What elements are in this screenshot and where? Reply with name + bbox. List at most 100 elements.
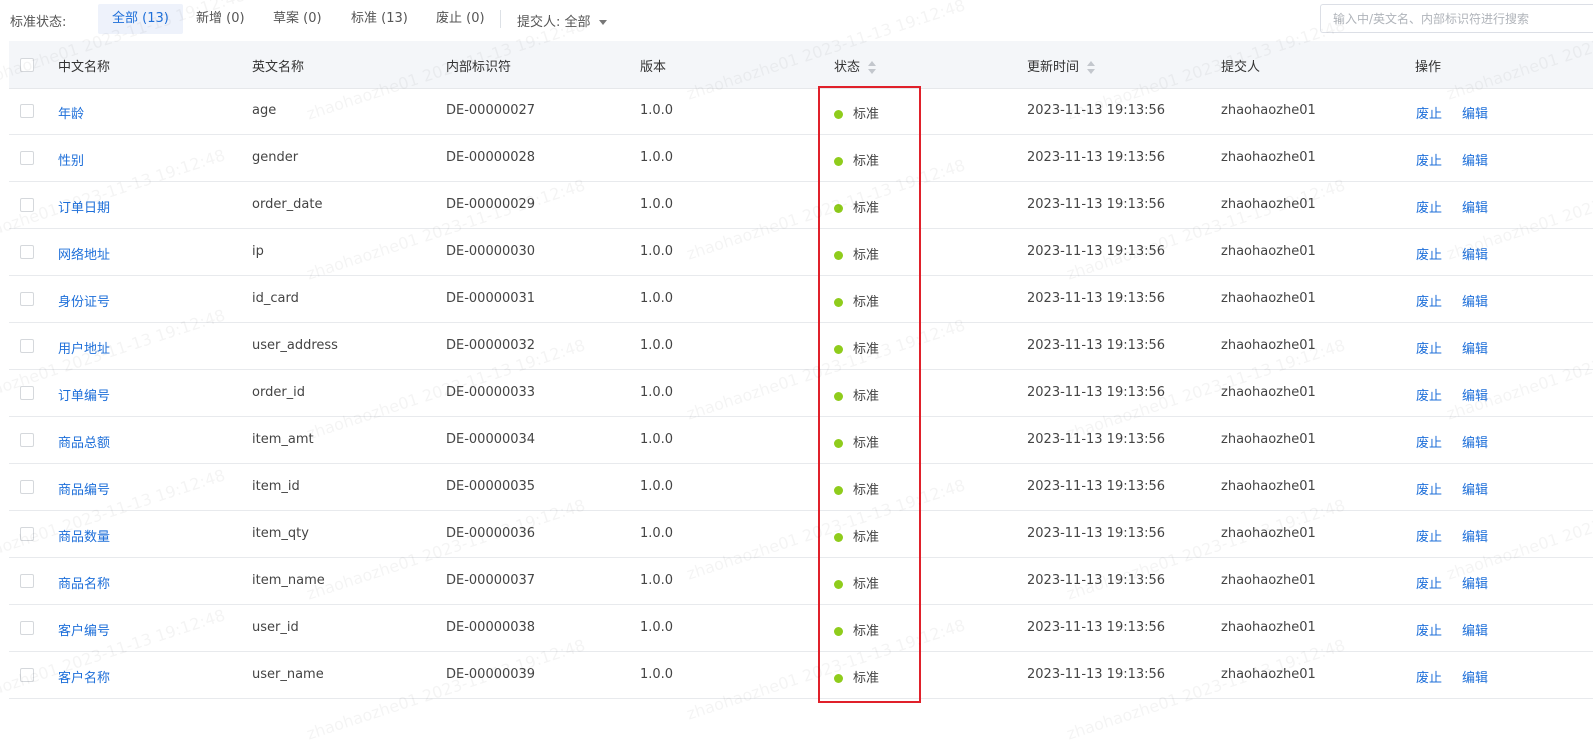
chinese-name-link[interactable]: 年龄 [58, 103, 84, 122]
edit-button[interactable]: 编辑 [1462, 667, 1488, 686]
updated-time: 2023-11-13 19:13:56 [1027, 150, 1166, 165]
english-name: order_id [252, 385, 306, 400]
search-input[interactable] [1320, 4, 1593, 33]
edit-button[interactable]: 编辑 [1462, 479, 1488, 498]
column-header-internal-id: 内部标识符 [446, 60, 512, 75]
status-badge: 标准 [834, 150, 879, 169]
updated-time: 2023-11-13 19:13:56 [1027, 244, 1166, 259]
deprecate-button[interactable]: 废止 [1416, 573, 1442, 592]
version: 1.0.0 [640, 150, 674, 165]
row-checkbox[interactable] [20, 480, 34, 494]
status-dot-icon [834, 439, 843, 448]
edit-button[interactable]: 编辑 [1462, 385, 1488, 404]
edit-button[interactable]: 编辑 [1462, 197, 1488, 216]
deprecate-button[interactable]: 废止 [1416, 385, 1442, 404]
deprecate-button[interactable]: 废止 [1416, 103, 1442, 122]
status-dot-icon [834, 345, 843, 354]
chinese-name-link[interactable]: 订单编号 [58, 385, 110, 404]
edit-button[interactable]: 编辑 [1462, 620, 1488, 639]
filter-chip-draft[interactable]: 草案 (0) [259, 4, 336, 34]
row-checkbox[interactable] [20, 574, 34, 588]
chinese-name-link[interactable]: 网络地址 [58, 244, 110, 263]
chinese-name-link[interactable]: 身份证号 [58, 291, 110, 310]
status-label: 标准 [853, 483, 880, 498]
edit-button[interactable]: 编辑 [1462, 526, 1488, 545]
chinese-name-link[interactable]: 客户名称 [58, 667, 110, 686]
status-dot-icon [834, 110, 843, 119]
table-body: 年龄 age DE-00000027 1.0.0 标准 2023-11-13 19:13:… [9, 88, 1593, 699]
deprecate-button[interactable]: 废止 [1416, 244, 1442, 263]
deprecate-button[interactable]: 废止 [1416, 338, 1442, 357]
internal-id: DE-00000039 [446, 667, 536, 682]
deprecate-button[interactable]: 废止 [1416, 667, 1442, 686]
row-checkbox[interactable] [20, 386, 34, 400]
deprecate-button[interactable]: 废止 [1416, 479, 1442, 498]
updated-time: 2023-11-13 19:13:56 [1027, 103, 1166, 118]
filter-chip-new[interactable]: 新增 (0) [182, 4, 259, 34]
updated-time: 2023-11-13 19:13:56 [1027, 385, 1166, 400]
row-checkbox[interactable] [20, 668, 34, 682]
edit-button[interactable]: 编辑 [1462, 103, 1488, 122]
column-header-submitter: 提交人 [1221, 60, 1261, 75]
deprecate-button[interactable]: 废止 [1416, 291, 1442, 310]
version: 1.0.0 [640, 432, 674, 447]
deprecate-button[interactable]: 废止 [1416, 197, 1442, 216]
internal-id: DE-00000031 [446, 291, 536, 306]
column-header-updated: 更新时间 [1027, 56, 1096, 75]
row-checkbox[interactable] [20, 621, 34, 635]
filter-chip-all[interactable]: 全部 (13) [98, 4, 183, 34]
submitter-dropdown[interactable]: 提交人: 全部 [517, 11, 607, 30]
deprecate-button[interactable]: 废止 [1416, 526, 1442, 545]
row-checkbox[interactable] [20, 339, 34, 353]
submitter: zhaohaozhe01 [1221, 103, 1316, 118]
row-checkbox[interactable] [20, 527, 34, 541]
updated-time: 2023-11-13 19:13:56 [1027, 620, 1166, 635]
row-checkbox[interactable] [20, 245, 34, 259]
edit-button[interactable]: 编辑 [1462, 432, 1488, 451]
chinese-name-link[interactable]: 订单日期 [58, 197, 110, 216]
status-filter-bar: 标准状态: 全部 (13) 新增 (0) 草案 (0) 标准 (13) 废止 (… [0, 0, 1593, 38]
column-header-updated-label: 更新时间 [1027, 60, 1080, 75]
edit-button[interactable]: 编辑 [1462, 150, 1488, 169]
sort-icon[interactable] [1087, 60, 1096, 75]
table-row: 订单日期 order_date DE-00000029 1.0.0 标准 2023-11-… [9, 182, 1593, 229]
edit-button[interactable]: 编辑 [1462, 573, 1488, 592]
deprecate-button[interactable]: 废止 [1416, 150, 1442, 169]
chinese-name-link[interactable]: 商品总额 [58, 432, 110, 451]
chinese-name-link[interactable]: 商品名称 [58, 573, 110, 592]
chinese-name-link[interactable]: 用户地址 [58, 338, 110, 357]
row-checkbox[interactable] [20, 104, 34, 118]
edit-button[interactable]: 编辑 [1462, 244, 1488, 263]
submitter: zhaohaozhe01 [1221, 479, 1316, 494]
column-header-status: 状态 [834, 56, 877, 75]
row-checkbox[interactable] [20, 151, 34, 165]
version: 1.0.0 [640, 338, 674, 353]
row-checkbox[interactable] [20, 198, 34, 212]
status-badge: 标准 [834, 385, 879, 404]
submitter: zhaohaozhe01 [1221, 150, 1316, 165]
chinese-name-link[interactable]: 性别 [58, 150, 84, 169]
edit-button[interactable]: 编辑 [1462, 338, 1488, 357]
deprecate-button[interactable]: 废止 [1416, 620, 1442, 639]
english-name: order_date [252, 197, 323, 212]
chinese-name-link[interactable]: 商品数量 [58, 526, 110, 545]
row-checkbox[interactable] [20, 433, 34, 447]
submitter: zhaohaozhe01 [1221, 667, 1316, 682]
chinese-name-link[interactable]: 客户编号 [58, 620, 110, 639]
version: 1.0.0 [640, 573, 674, 588]
filter-chip-standard[interactable]: 标准 (13) [337, 4, 422, 34]
filter-chip-deprecated[interactable]: 废止 (0) [422, 4, 499, 34]
chinese-name-link[interactable]: 商品编号 [58, 479, 110, 498]
table-header: 中文名称 英文名称 内部标识符 版本 状态 更新时间 提交人 操作 [9, 41, 1593, 89]
sort-icon[interactable] [868, 60, 877, 75]
row-checkbox[interactable] [20, 292, 34, 306]
deprecate-button[interactable]: 废止 [1416, 432, 1442, 451]
english-name: item_amt [252, 432, 314, 447]
table-row: 年龄 age DE-00000027 1.0.0 标准 2023-11-13 19:13:… [9, 88, 1593, 135]
status-badge: 标准 [834, 479, 879, 498]
edit-button[interactable]: 编辑 [1462, 291, 1488, 310]
internal-id: DE-00000028 [446, 150, 536, 165]
status-badge: 标准 [834, 667, 879, 686]
select-all-checkbox[interactable] [20, 58, 34, 72]
submitter: zhaohaozhe01 [1221, 620, 1316, 635]
